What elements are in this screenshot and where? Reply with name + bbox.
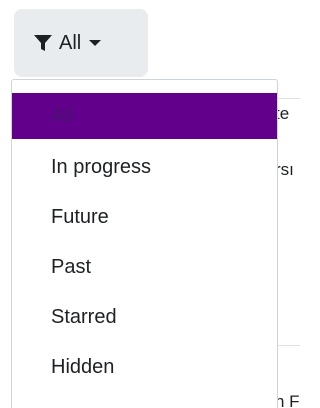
background-divider (275, 345, 300, 346)
screen: te rsı h F All All In progress Future Pa… (0, 0, 300, 408)
menu-item-starred[interactable]: Starred (12, 292, 277, 342)
filter-icon (33, 34, 53, 52)
background-card (275, 98, 300, 408)
menu-item-future[interactable]: Future (12, 192, 277, 242)
menu-item-hidden[interactable]: Hidden (12, 342, 277, 392)
filter-label: All (59, 31, 82, 54)
menu-item-past[interactable]: Past (12, 242, 277, 292)
background-text-fragment: h F (275, 392, 300, 408)
menu-item-all[interactable]: All (12, 93, 277, 139)
filter-dropdown-button[interactable]: All (14, 9, 148, 77)
menu-item-in-progress[interactable]: In progress (12, 142, 277, 192)
filter-menu: All In progress Future Past Starred Hidd… (11, 79, 278, 408)
caret-down-icon (89, 40, 102, 46)
